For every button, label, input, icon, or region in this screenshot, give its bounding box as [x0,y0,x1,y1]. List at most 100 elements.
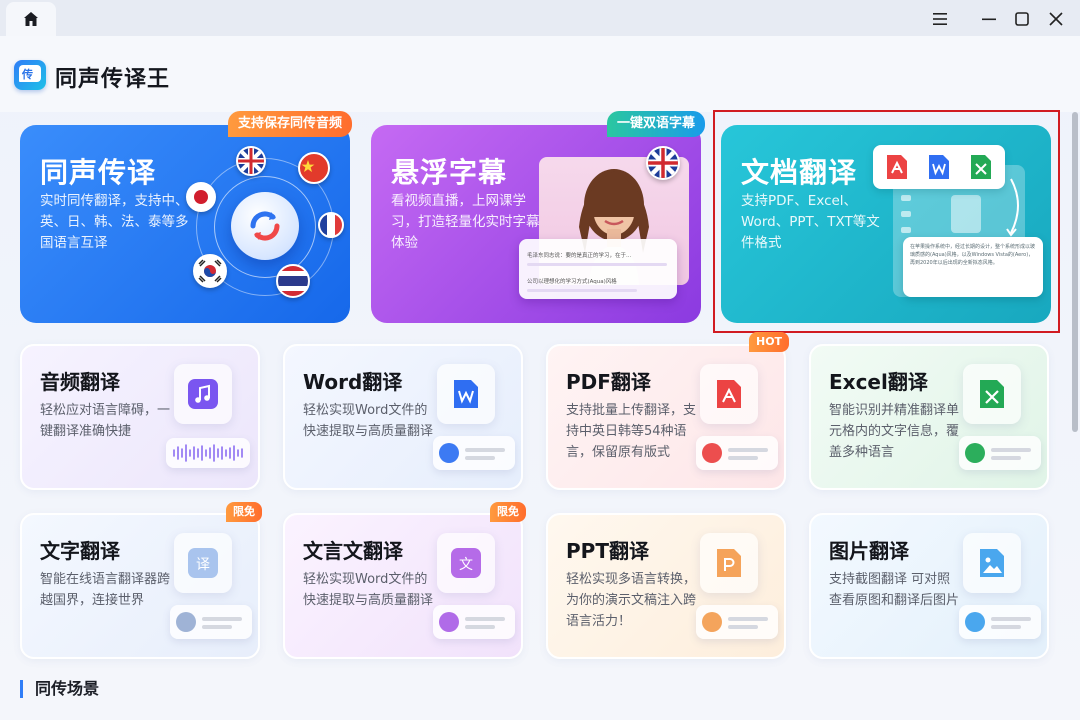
music-note-icon [174,364,232,424]
card-classical-chinese-translation[interactable]: 文言文翻译 轻松实现Word文件的快速提取与高质量翻译 文 [283,513,523,659]
save-audio-ribbon: 支持保存同传音频 [228,111,353,137]
card-excel-translation[interactable]: Excel翻译 智能识别并精准翻译单元格内的文字信息，覆盖多种语言 [809,344,1049,490]
minimize-button[interactable] [975,6,1003,32]
card-description: 智能识别并精准翻译单元格内的文字信息，覆盖多种语言 [829,403,960,460]
text-line [465,625,495,629]
card-title: Excel翻译 [829,370,928,394]
card-word-translation[interactable]: Word翻译 轻松实现Word文件的快速提取与高质量翻译 [283,344,523,490]
text-line [202,625,232,629]
card-title: 图片翻译 [829,539,909,563]
text-line [991,456,1021,460]
text-line [202,617,242,621]
caption-panel: 毛泽东同志说：要的是真正的学习，在于... 公司以理想化的学习方式(Aqua)风… [519,239,677,299]
card-ppt-translation[interactable]: PPT翻译 轻松实现多语言转换，为你的演示文稿注入跨语言活力！ [546,513,786,659]
image-file-icon [963,533,1021,593]
card-description: 支持截图翻译 可对照查看原图和翻译后图片 [829,572,960,608]
svg-text:译: 译 [196,557,210,573]
card-title: Word翻译 [303,370,403,394]
menu-button[interactable] [926,6,954,32]
app-logo-icon [14,60,46,90]
translate-sync-icon [231,192,299,260]
maximize-button[interactable] [1008,6,1036,32]
translate-progress-panel [696,605,778,639]
card-title: 文字翻译 [40,539,120,563]
pdf-file-icon [700,364,758,424]
translate-progress-panel [696,436,778,470]
uk-flag-icon [646,146,680,180]
excel-file-icon [963,364,1021,424]
home-tab[interactable] [6,2,56,36]
card-title: 文言文翻译 [303,539,403,563]
japan-flag-icon [186,182,216,212]
card-title: PPT翻译 [566,539,649,563]
sync-icon [965,612,985,632]
text-line [991,617,1031,621]
card-title: PDF翻译 [566,370,651,394]
upload-icon [439,612,459,632]
bilingual-subtitle-ribbon: 一键双语字幕 [607,111,706,137]
text-line [465,617,505,621]
text-line [991,625,1021,629]
translate-progress-panel [959,605,1041,639]
thailand-flag-icon [276,264,310,298]
card-title: 同声传译 [40,156,157,189]
caption-bar [527,289,637,292]
maximize-icon [1015,12,1029,26]
card-image-translation[interactable]: 图片翻译 支持截图翻译 可对照查看原图和翻译后图片 [809,513,1049,659]
sync-icon [176,612,196,632]
translate-progress-panel [433,436,515,470]
china-flag-icon [298,152,330,184]
free-badge: 限免 [490,502,526,522]
upload-icon [439,443,459,463]
word-file-icon [437,364,495,424]
app-title: 同声传译王 [55,67,171,92]
card-description: 轻松应对语言障碍，一键翻译准确快捷 [40,403,171,439]
section-title: 同传场景 [20,680,99,698]
hot-badge: HOT [749,332,790,352]
card-title: 音频翻译 [40,370,120,394]
home-icon [24,12,38,26]
menu-icon [933,13,947,25]
card-description: 支持批量上传翻译，支持中英日韩等54种语言，保留原有版式 [566,403,697,460]
ppt-file-icon [700,533,758,593]
card-description: 轻松实现多语言转换，为你的演示文稿注入跨语言活力！ [566,572,697,629]
translate-progress-panel [170,605,252,639]
title-bar [0,0,1080,36]
text-translate-icon: 译 [174,533,232,593]
caption-line: 毛泽东同志说：要的是真正的学习，在于... [527,253,632,259]
card-description: 轻松实现Word文件的快速提取与高质量翻译 [303,403,434,439]
app-header: 同声传译王 [0,36,1080,112]
card-description: 轻松实现Word文件的快速提取与高质量翻译 [303,572,434,608]
caption-line: 公司以理想化的学习方式(Aqua)风格 [527,279,617,285]
caption-bar [527,263,667,266]
france-flag-icon [318,212,344,238]
translate-progress-panel [433,605,515,639]
card-title: 悬浮字幕 [391,156,508,189]
text-line [991,448,1031,452]
uk-flag-icon [236,146,266,176]
text-line [728,456,758,460]
card-description: 智能在线语言翻译器跨越国界，连接世界 [40,572,171,608]
minimize-icon [982,18,996,21]
card-pdf-translation[interactable]: PDF翻译 支持批量上传翻译，支持中英日韩等54种语言，保留原有版式 [546,344,786,490]
text-line [728,448,768,452]
card-description: 实时同传翻译，支持中、英、日、韩、法、泰等多国语言互译 [40,193,189,251]
korea-flag-icon [193,254,227,288]
vertical-scrollbar[interactable] [1072,112,1078,432]
selection-highlight [713,110,1060,333]
card-text-translation[interactable]: 文字翻译 智能在线语言翻译器跨越国界，连接世界 译 [20,513,260,659]
sync-icon [965,443,985,463]
sync-icon [702,612,722,632]
free-badge: 限免 [226,502,262,522]
close-icon [1049,12,1063,26]
classical-chinese-icon: 文 [437,533,495,593]
text-line [728,625,758,629]
audio-waveform [166,438,250,468]
close-button[interactable] [1042,6,1070,32]
text-line [728,617,768,621]
svg-text:文: 文 [459,557,473,573]
text-line [465,456,495,460]
sync-icon [702,443,722,463]
text-line [465,448,505,452]
card-audio-translation[interactable]: 音频翻译 轻松应对语言障碍，一键翻译准确快捷 [20,344,260,490]
